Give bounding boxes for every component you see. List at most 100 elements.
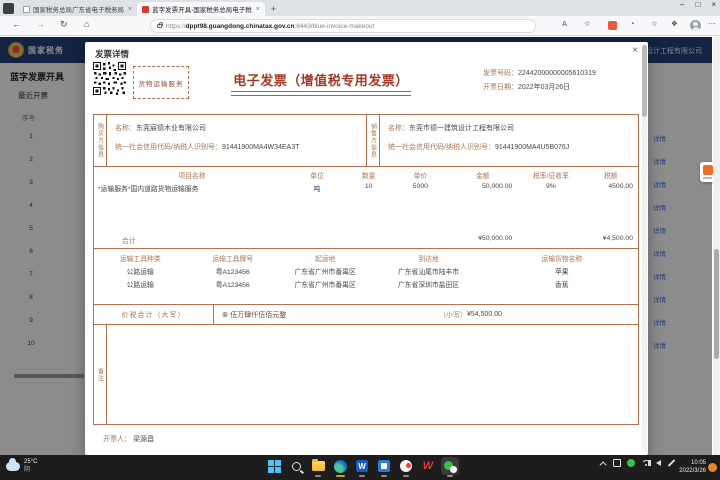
- notification-badge[interactable]: [708, 463, 717, 472]
- window-minimize-button[interactable]: –: [680, 0, 684, 9]
- invoice-date: 2022年03月26日: [518, 84, 571, 91]
- col-header: 项目名称: [178, 173, 206, 180]
- item-tax: 4500.00: [608, 183, 633, 190]
- open-indicator: [403, 475, 409, 477]
- grand-total-box: 价税合计（大写） ⊗ 伍万肆仟伍佰元整 （小写） ¥54,500.00: [93, 304, 639, 325]
- file-explorer-button[interactable]: [310, 458, 326, 477]
- browser-toolbar: ← → ↻ ⌂ https://dppt98.guangdong.chinata…: [0, 16, 720, 36]
- remarks-side-text: 备注: [96, 367, 103, 382]
- goods-name: 香蕉: [555, 282, 569, 289]
- lock-icon: [157, 22, 163, 28]
- tab-close-icon[interactable]: ×: [128, 6, 132, 13]
- settings-menu-icon[interactable]: ⋯: [708, 19, 716, 28]
- edge-browser-button[interactable]: [332, 458, 348, 477]
- title-underline: [231, 91, 411, 92]
- origin: 广东省广州市番禺区: [294, 269, 356, 276]
- folder-icon: [311, 459, 325, 471]
- favorites-icon[interactable]: ☆: [584, 19, 591, 28]
- system-tray: [599, 459, 676, 468]
- refresh-button[interactable]: ↻: [60, 19, 68, 30]
- wps-app-button[interactable]: W: [420, 458, 436, 474]
- seller-taxid-label: 统一社会信用代码/纳税人识别号：: [388, 144, 495, 151]
- page-scrollbar[interactable]: [713, 37, 720, 455]
- collections-icon[interactable]: ◔: [630, 19, 635, 28]
- cloud-icon: [6, 458, 20, 471]
- seller-name: 东莞市德一建筑设计工程有限公司: [409, 125, 514, 132]
- modal-scrollbar-thumb[interactable]: [642, 45, 647, 117]
- invoice-meta: 发票号码：22442000000005610319 开票日期：2022年03月2…: [483, 67, 596, 95]
- buyer-side-text: 购买方信息: [96, 123, 103, 158]
- modal-scrollbar[interactable]: [642, 44, 647, 452]
- clock-widget[interactable]: 10:05 2022/3/26: [679, 460, 706, 475]
- word-app-button[interactable]: W: [354, 458, 370, 477]
- favorites-add-icon[interactable]: ☆: [651, 19, 658, 28]
- open-indicator: [335, 475, 345, 477]
- pen-icon[interactable]: [667, 459, 676, 467]
- invoice-number: 22442000000005610319: [518, 70, 596, 77]
- col-header: 单位: [310, 173, 324, 180]
- amount-in-words: ⊗ 伍万肆仟伍佰元整: [222, 305, 286, 324]
- vehicle-type: 公路运输: [126, 269, 154, 276]
- wechat-app-button[interactable]: [442, 458, 458, 477]
- transport-row: 公路运输 粤A123456 广东省广州市番禺区 广东省汕尾市陆丰市 苹果: [94, 263, 638, 276]
- open-indicator: [359, 475, 365, 477]
- open-indicator: [315, 475, 321, 477]
- tab-close-icon[interactable]: ×: [256, 6, 260, 13]
- modal-close-icon[interactable]: ×: [632, 45, 638, 56]
- total-amount: ¥50,000.00: [478, 235, 513, 242]
- total-label: 合计: [122, 238, 136, 245]
- home-button[interactable]: ⌂: [84, 19, 89, 29]
- profile-avatar[interactable]: [690, 20, 701, 31]
- back-button[interactable]: ←: [12, 19, 21, 29]
- read-aloud-icon[interactable]: A: [562, 19, 567, 28]
- tray-app-icon[interactable]: [613, 459, 621, 467]
- webpage-content: 国家税务 设计工程有限公司 蓝字发票开具 最近开票 序号 1 2 3 4 5 6…: [0, 37, 720, 455]
- item-row: *运输服务*国内道路货物运输服务 吨 10 5000 50,000.00 9% …: [94, 180, 638, 193]
- window-controls: – □ ×: [680, 0, 716, 9]
- search-button[interactable]: [288, 458, 304, 474]
- col-header: 单价: [413, 173, 428, 180]
- browser-tasks-icon[interactable]: ❖: [671, 19, 678, 28]
- browser-tab-taxbureau[interactable]: 国家税务总局广东省电子税务局 ×: [18, 2, 137, 16]
- windows-logo-icon: [267, 459, 281, 473]
- tray-green-app-icon[interactable]: [627, 459, 635, 467]
- floating-widget-icon: [702, 164, 713, 175]
- window-close-button[interactable]: ×: [711, 0, 716, 9]
- page-scrollbar-thumb[interactable]: [714, 249, 719, 359]
- chevron-up-icon[interactable]: [599, 460, 607, 468]
- item-qty: 10: [364, 183, 373, 190]
- start-button[interactable]: [266, 458, 282, 474]
- small-amount-label: （小写）: [439, 311, 467, 319]
- tab-actions-icon[interactable]: [3, 3, 14, 14]
- windows-taskbar: 25°C 阴 W W 10:05 2022/3/26: [0, 455, 720, 480]
- small-amount-value: ¥54,500.00: [467, 311, 503, 318]
- weather-widget[interactable]: 25°C 阴: [6, 458, 38, 474]
- col-header: 税额: [603, 173, 618, 180]
- teams-app-button[interactable]: [376, 458, 392, 477]
- page-favicon-icon: [23, 5, 30, 13]
- browser-tab-blue-invoice[interactable]: 蓝字发票开具-国家税务总局电子税 ×: [137, 2, 265, 16]
- extension-icon[interactable]: [608, 21, 617, 30]
- col-header: 运输工具种类: [119, 256, 161, 263]
- items-total-row: 合计 ¥50,000.00 ¥4,500.00: [94, 235, 638, 245]
- volume-icon[interactable]: [648, 460, 661, 466]
- open-indicator: [381, 475, 387, 477]
- qq-browser-button[interactable]: [398, 458, 414, 477]
- vehicle-plate: 粤A123456: [215, 269, 250, 276]
- col-header: 到达地: [418, 256, 439, 263]
- forward-button[interactable]: →: [36, 19, 45, 29]
- window-maximize-button[interactable]: □: [695, 0, 700, 9]
- transport-header-row: 运输工具种类 运输工具牌号 起运地 到达地 运输货物名称: [94, 249, 638, 263]
- teams-icon: [378, 460, 390, 472]
- weather-temp: 25°C: [24, 459, 38, 465]
- address-bar[interactable]: https://dppt98.guangdong.chinatax.gov.cn…: [150, 19, 536, 33]
- col-header: 运输工具牌号: [212, 256, 254, 263]
- total-tax: ¥4,500.00: [602, 235, 633, 242]
- remarks-box: 备注: [93, 324, 639, 425]
- col-header: 税率/征收率: [532, 173, 569, 180]
- new-tab-button[interactable]: +: [271, 4, 276, 14]
- buyer-info: 名称：东莞宸德木业有限公司 统一社会信用代码/纳税人识别号：91441900MA…: [108, 115, 366, 166]
- seller-side-text: 销售方信息: [369, 123, 376, 158]
- item-price: 5000: [412, 183, 428, 190]
- item-name: *运输服务*国内道路货物运输服务: [98, 186, 199, 193]
